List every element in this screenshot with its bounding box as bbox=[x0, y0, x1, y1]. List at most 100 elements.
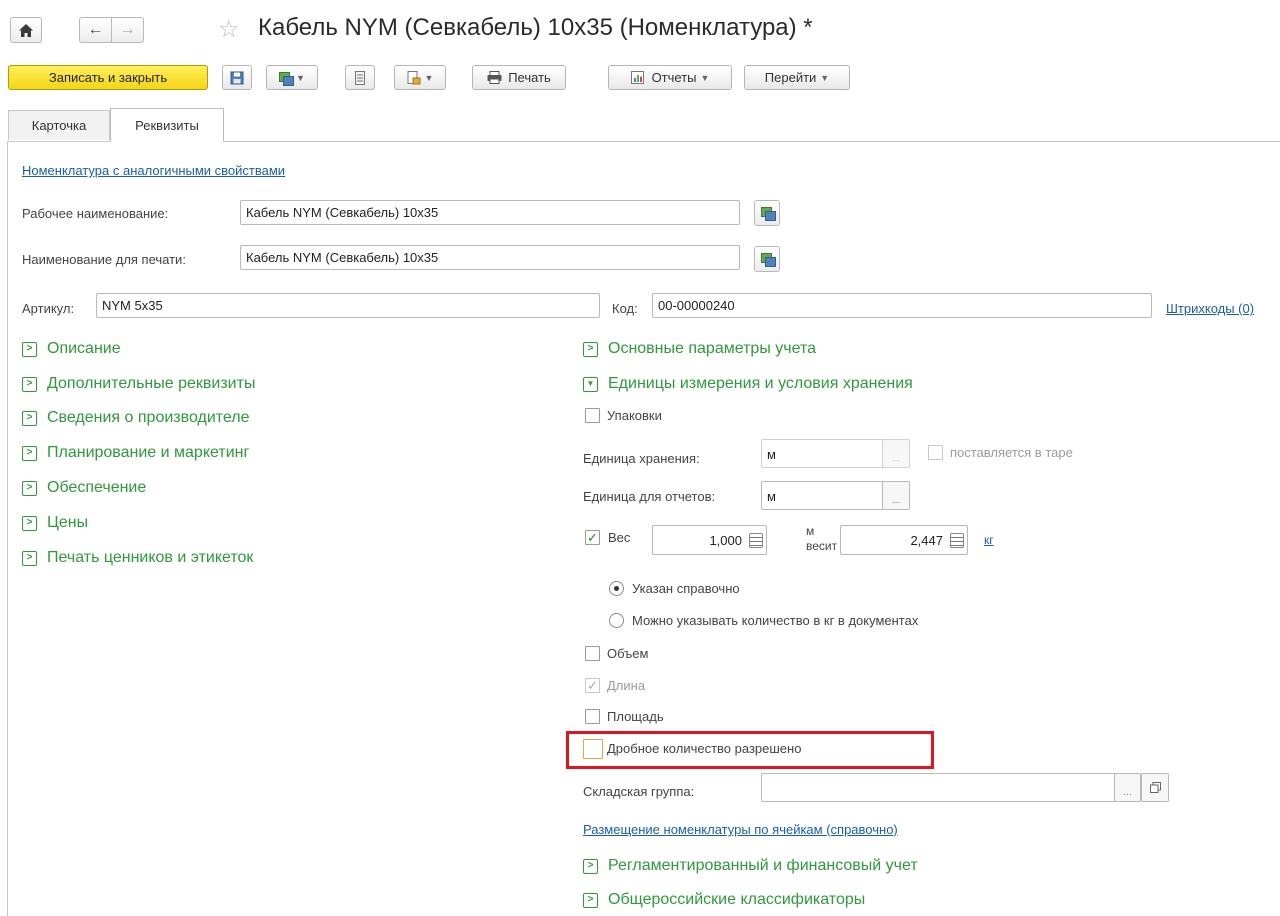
weight-checkbox[interactable]: ✓ bbox=[585, 530, 600, 545]
calculator-icon[interactable] bbox=[749, 533, 763, 548]
chevron-down-icon: ▼ bbox=[820, 72, 830, 83]
chevron-right-icon: > bbox=[583, 858, 598, 874]
work-name-field[interactable]: Кабель NYM (Севкабель) 10x35 bbox=[240, 200, 740, 225]
forward-button[interactable]: → bbox=[111, 17, 144, 43]
group-price-tags[interactable]: > Печать ценников и этикеток bbox=[22, 549, 253, 567]
group-classifiers[interactable]: > Общероссийские классификаторы bbox=[583, 891, 865, 909]
code-label: Код: bbox=[612, 301, 638, 316]
chevron-right-icon: > bbox=[583, 341, 598, 357]
save-and-close-button[interactable]: Записать и закрыть bbox=[8, 65, 208, 90]
chevron-right-icon: > bbox=[22, 410, 37, 426]
weight-label: Вес bbox=[608, 530, 631, 545]
tab-card[interactable]: Карточка bbox=[8, 110, 110, 140]
print-name-field[interactable]: Кабель NYM (Севкабель) 10x35 bbox=[240, 245, 740, 270]
copy-icon bbox=[279, 71, 295, 86]
home-button[interactable] bbox=[10, 17, 42, 43]
arrow-right-icon: → bbox=[119, 21, 136, 38]
placement-link[interactable]: Размещение номенклатуры по ячейкам (спра… bbox=[583, 822, 898, 837]
warehouse-group-field[interactable] bbox=[761, 773, 1121, 802]
attachments-button[interactable]: ▼ bbox=[394, 65, 446, 90]
chevron-down-icon: ▼ bbox=[424, 72, 434, 83]
report-unit-field[interactable]: м bbox=[761, 481, 886, 510]
weight-unit-label: м bbox=[806, 524, 815, 538]
chevron-down-icon: ▼ bbox=[296, 72, 305, 83]
radio-docs[interactable] bbox=[609, 613, 624, 628]
list-button[interactable] bbox=[345, 65, 375, 90]
group-provision[interactable]: > Обеспечение bbox=[22, 479, 146, 497]
printer-icon bbox=[487, 71, 502, 84]
radio-reference[interactable] bbox=[609, 581, 624, 596]
chevron-right-icon: > bbox=[22, 445, 37, 461]
fractional-quantity-checkbox[interactable] bbox=[583, 739, 603, 759]
work-name-label: Рабочее наименование: bbox=[22, 206, 169, 221]
star-icon[interactable]: ☆ bbox=[218, 18, 240, 42]
barcodes-link[interactable]: Штрихкоды (0) bbox=[1166, 301, 1254, 316]
group-prices[interactable]: > Цены bbox=[22, 514, 88, 532]
area-checkbox[interactable] bbox=[585, 709, 600, 724]
chevron-right-icon: > bbox=[583, 892, 598, 908]
in-container-label: поставляется в таре bbox=[950, 445, 1073, 460]
packages-label: Упаковки bbox=[607, 408, 662, 423]
group-manufacturer[interactable]: > Сведения о производителе bbox=[22, 409, 250, 427]
area-label: Площадь bbox=[607, 709, 664, 724]
storage-unit-label: Единица хранения: bbox=[583, 451, 700, 466]
chevron-right-icon: > bbox=[22, 515, 37, 531]
arrow-left-icon: ← bbox=[87, 21, 104, 38]
print-name-label: Наименование для печати: bbox=[22, 252, 186, 267]
chevron-right-icon: > bbox=[22, 341, 37, 357]
print-button[interactable]: Печать bbox=[472, 65, 566, 90]
floppy-icon bbox=[230, 71, 244, 84]
packages-checkbox[interactable] bbox=[585, 408, 600, 423]
group-regulated-accounting[interactable]: > Регламентированный и финансовый учет bbox=[583, 857, 918, 875]
copy-icon bbox=[760, 253, 776, 267]
radio-reference-label: Указан справочно bbox=[632, 581, 740, 596]
goto-button[interactable]: Перейти ▼ bbox=[744, 65, 850, 90]
volume-checkbox[interactable] bbox=[585, 646, 600, 661]
create-based-on-button[interactable]: ▼ bbox=[266, 65, 318, 90]
storage-unit-field[interactable]: м bbox=[761, 439, 886, 468]
back-button[interactable]: ← bbox=[79, 17, 112, 43]
document-list-icon bbox=[355, 70, 365, 85]
group-planning[interactable]: > Планирование и маркетинг bbox=[22, 444, 249, 462]
radio-docs-label: Можно указывать количество в кг в докуме… bbox=[632, 613, 919, 628]
warehouse-group-select-button[interactable]: ... bbox=[1114, 773, 1141, 802]
group-units-storage[interactable]: ▼ Единицы измерения и условия хранения bbox=[583, 375, 913, 393]
copy-name-button[interactable] bbox=[754, 200, 780, 226]
chevron-right-icon: > bbox=[22, 376, 37, 392]
in-container-checkbox bbox=[928, 445, 943, 460]
warehouse-group-open-button[interactable] bbox=[1141, 773, 1169, 802]
report-unit-label: Единица для отчетов: bbox=[583, 489, 716, 504]
chevron-right-icon: > bbox=[22, 480, 37, 496]
group-additional-requisites[interactable]: > Дополнительные реквизиты bbox=[22, 375, 255, 393]
length-label: Длина bbox=[607, 678, 646, 693]
reports-button[interactable]: Отчеты ▼ bbox=[608, 65, 732, 90]
save-button[interactable] bbox=[222, 65, 252, 90]
code-field[interactable]: 00-00000240 bbox=[652, 293, 1152, 318]
report-unit-select-button[interactable]: ... bbox=[882, 481, 910, 510]
weight-value-field[interactable]: 2,447 bbox=[840, 525, 968, 555]
weight-unit-link[interactable]: кг bbox=[984, 533, 994, 547]
home-icon bbox=[19, 23, 33, 37]
weight-quantity-field[interactable]: 1,000 bbox=[652, 525, 767, 555]
copy-icon bbox=[760, 207, 776, 221]
weight-weighs-label: весит bbox=[806, 539, 838, 553]
fractional-quantity-label: Дробное количество разрешено bbox=[607, 741, 802, 756]
group-main-accounting[interactable]: > Основные параметры учета bbox=[583, 340, 816, 358]
chevron-down-icon: ▼ bbox=[700, 72, 710, 83]
chevron-right-icon: > bbox=[22, 550, 37, 566]
volume-label: Объем bbox=[607, 646, 649, 661]
document-edit-icon bbox=[407, 70, 421, 84]
copy-print-name-button[interactable] bbox=[754, 246, 780, 272]
tab-requisites[interactable]: Реквизиты bbox=[110, 108, 224, 142]
length-checkbox: ✓ bbox=[585, 678, 600, 693]
storage-unit-select-button[interactable]: ... bbox=[882, 439, 910, 468]
article-field[interactable]: NYM 5x35 bbox=[96, 293, 600, 318]
open-window-icon bbox=[1149, 782, 1161, 793]
content-left-border bbox=[7, 141, 8, 916]
group-description[interactable]: > Описание bbox=[22, 340, 121, 358]
active-tab-connector bbox=[111, 140, 223, 142]
chevron-down-icon: ▼ bbox=[583, 376, 598, 392]
similar-items-link[interactable]: Номенклатура с аналогичными свойствами bbox=[22, 163, 285, 178]
article-label: Артикул: bbox=[22, 301, 75, 316]
calculator-icon[interactable] bbox=[950, 533, 964, 548]
